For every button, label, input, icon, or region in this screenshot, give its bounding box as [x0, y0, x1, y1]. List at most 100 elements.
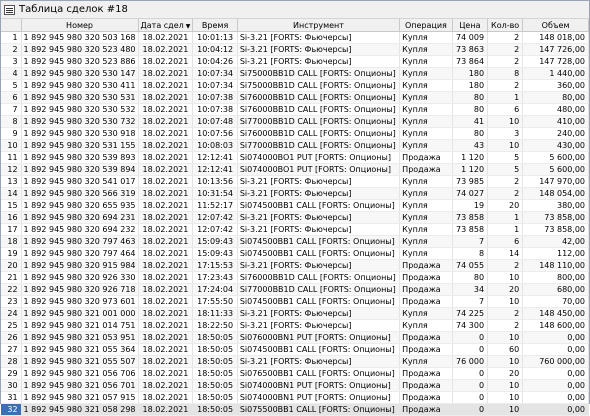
volume-cell[interactable]: 0,00 — [522, 331, 589, 344]
table-row[interactable]: 15 1 892 945 980 320 655 935 18.02.2021 11:… — [1, 199, 589, 212]
deal-date-cell[interactable]: 18.02.2021 — [138, 355, 194, 368]
deal-number-cell[interactable]: 1 892 945 980 320 797 464 — [21, 247, 139, 260]
price-cell[interactable]: 180 — [452, 67, 489, 80]
operation-cell[interactable]: Купля — [399, 307, 453, 320]
deal-number-cell[interactable]: 1 892 945 980 320 926 718 — [21, 283, 139, 296]
price-cell[interactable]: 74 055 — [452, 259, 489, 272]
operation-cell[interactable]: Продажа — [399, 163, 453, 176]
volume-cell[interactable]: 760 000,00 — [522, 355, 589, 368]
quantity-cell[interactable]: 1 — [487, 223, 524, 236]
deal-time-cell[interactable]: 10:04:12 — [192, 43, 238, 56]
deal-time-cell[interactable]: 18:50:05 — [192, 367, 238, 380]
operation-cell[interactable]: Продажа — [399, 271, 453, 284]
deal-date-cell[interactable]: 18.02.2021 — [138, 391, 194, 404]
quantity-cell[interactable]: 60 — [487, 343, 524, 356]
table-row[interactable]: 27 1 892 945 980 321 055 364 18.02.2021 18:… — [1, 343, 589, 356]
row-index-cell[interactable]: 7 — [1, 103, 22, 116]
quantity-cell[interactable]: 5 — [487, 163, 524, 176]
price-cell[interactable]: 74 300 — [452, 319, 489, 332]
row-index-cell[interactable]: 31 — [1, 391, 22, 404]
operation-cell[interactable]: Продажа — [399, 331, 453, 344]
quantity-cell[interactable]: 5 — [487, 151, 524, 164]
deal-date-cell[interactable]: 18.02.2021 — [138, 259, 194, 272]
instrument-cell[interactable]: Si-3.21 [FORTS: Фьючерсы] — [237, 175, 401, 188]
row-index-cell[interactable]: 3 — [1, 55, 22, 68]
column-header-operation[interactable]: Операция — [399, 19, 453, 32]
deal-number-cell[interactable]: 1 892 945 980 321 055 364 — [21, 343, 139, 356]
price-cell[interactable]: 0 — [452, 379, 489, 392]
operation-cell[interactable]: Продажа — [399, 151, 453, 164]
price-cell[interactable]: 43 — [452, 139, 489, 152]
deal-time-cell[interactable]: 10:31:54 — [192, 187, 238, 200]
deal-date-cell[interactable]: 18.02.2021 — [138, 79, 194, 92]
volume-cell[interactable]: 148 018,00 — [522, 31, 589, 44]
quantity-cell[interactable]: 2 — [487, 55, 524, 68]
table-row[interactable]: 24 1 892 945 980 321 001 000 18.02.2021 18:… — [1, 307, 589, 320]
quantity-cell[interactable]: 10 — [487, 355, 524, 368]
volume-cell[interactable]: 147 726,00 — [522, 43, 589, 56]
operation-cell[interactable]: Купля — [399, 355, 453, 368]
row-index-cell[interactable]: 30 — [1, 379, 22, 392]
table-row[interactable]: 11 892 945 980 320 503 168 18.02.2021 10:0… — [1, 31, 589, 44]
instrument-cell[interactable]: Si-3.21 [FORTS: Фьючерсы] — [237, 307, 401, 320]
volume-cell[interactable]: 1 440,00 — [522, 67, 589, 80]
instrument-cell[interactable]: Si76000BB1D CALL [FORTS: Опционы] — [237, 271, 401, 284]
deal-time-cell[interactable]: 18:50:05 — [192, 379, 238, 392]
operation-cell[interactable]: Продажа — [399, 403, 453, 416]
column-header-index[interactable] — [1, 19, 22, 32]
row-index-cell[interactable]: 28 — [1, 355, 22, 368]
deal-number-cell[interactable]: 1 892 945 980 321 058 298 — [21, 403, 139, 416]
volume-cell[interactable]: 0,00 — [522, 391, 589, 404]
deal-time-cell[interactable]: 15:09:43 — [192, 235, 238, 248]
row-index-cell[interactable]: 23 — [1, 295, 22, 308]
deal-time-cell[interactable]: 12:07:42 — [192, 211, 238, 224]
deal-number-cell[interactable]: 1 892 945 980 320 530 531 — [21, 91, 139, 104]
deal-date-cell[interactable]: 18.02.2021 — [138, 247, 194, 260]
table-row[interactable]: 13 1 892 945 980 320 541 017 18.02.2021 10:… — [1, 175, 589, 188]
deal-time-cell[interactable]: 18:50:05 — [192, 391, 238, 404]
quantity-cell[interactable]: 6 — [487, 235, 524, 248]
instrument-cell[interactable]: Si074500BB1 CALL [FORTS: Опционы] — [237, 247, 401, 260]
table-row[interactable]: 10 1 892 945 980 320 531 155 18.02.2021 10:… — [1, 139, 589, 152]
instrument-cell[interactable]: Si-3.21 [FORTS: Фьючерсы] — [237, 187, 401, 200]
quantity-cell[interactable]: 10 — [487, 379, 524, 392]
operation-cell[interactable]: Продажа — [399, 283, 453, 296]
row-index-cell[interactable]: 9 — [1, 127, 22, 140]
deal-time-cell[interactable]: 18:50:05 — [192, 343, 238, 356]
table-row[interactable]: 81 892 945 980 320 530 732 18.02.2021 10:0… — [1, 115, 589, 128]
quantity-cell[interactable]: 20 — [487, 283, 524, 296]
price-cell[interactable]: 7 — [452, 235, 489, 248]
instrument-cell[interactable]: Si074000BN1 PUT [FORTS: Опционы] — [237, 391, 401, 404]
volume-cell[interactable]: 380,00 — [522, 199, 589, 212]
volume-cell[interactable]: 680,00 — [522, 283, 589, 296]
column-header-price[interactable]: Цена — [452, 19, 489, 32]
row-index-cell[interactable]: 17 — [1, 223, 22, 236]
price-cell[interactable]: 80 — [452, 127, 489, 140]
instrument-cell[interactable]: Si77000BB1D CALL [FORTS: Опционы] — [237, 139, 401, 152]
instrument-cell[interactable]: Si075500BB1 CALL [FORTS: Опционы] — [237, 403, 401, 416]
quantity-cell[interactable]: 2 — [487, 175, 524, 188]
deal-number-cell[interactable]: 1 892 945 980 320 530 411 — [21, 79, 139, 92]
deal-number-cell[interactable]: 1 892 945 980 321 001 000 — [21, 307, 139, 320]
deal-number-cell[interactable]: 1 892 945 980 321 057 915 — [21, 391, 139, 404]
row-index-cell[interactable]: 25 — [1, 319, 22, 332]
price-cell[interactable]: 80 — [452, 271, 489, 284]
operation-cell[interactable]: Продажа — [399, 259, 453, 272]
row-index-cell[interactable]: 14 — [1, 187, 22, 200]
deal-date-cell[interactable]: 18.02.2021 — [138, 187, 194, 200]
deal-time-cell[interactable]: 17:15:53 — [192, 259, 238, 272]
instrument-cell[interactable]: Si-3.21 [FORTS: Фьючерсы] — [237, 319, 401, 332]
quantity-cell[interactable]: 1 — [487, 91, 524, 104]
deal-number-cell[interactable]: 1 892 945 980 320 530 147 — [21, 67, 139, 80]
quantity-cell[interactable]: 14 — [487, 247, 524, 260]
operation-cell[interactable]: Купля — [399, 31, 453, 44]
volume-cell[interactable]: 148 600,00 — [522, 319, 589, 332]
table-row[interactable]: 18 1 892 945 980 320 797 463 18.02.2021 15:… — [1, 235, 589, 248]
deal-number-cell[interactable]: 1 892 945 980 320 530 532 — [21, 103, 139, 116]
table-row[interactable]: 41 892 945 980 320 530 147 18.02.2021 10:0… — [1, 67, 589, 80]
operation-cell[interactable]: Купля — [399, 187, 453, 200]
quantity-cell[interactable]: 20 — [487, 367, 524, 380]
column-header-volume[interactable]: Объем — [522, 19, 589, 32]
row-index-cell[interactable]: 21 — [1, 271, 22, 284]
price-cell[interactable]: 19 — [452, 199, 489, 212]
